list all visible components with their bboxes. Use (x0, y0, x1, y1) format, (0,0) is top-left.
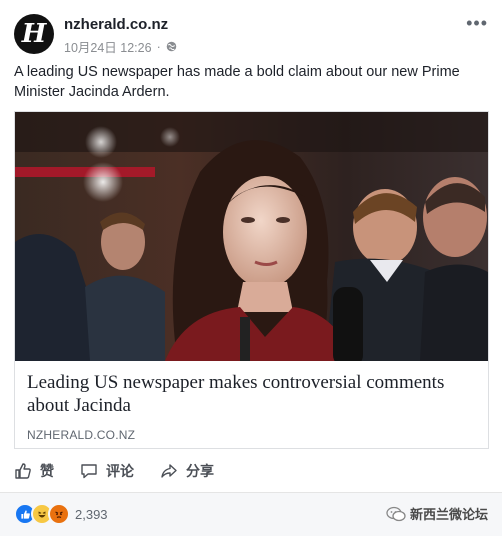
like-button[interactable]: 赞 (14, 461, 54, 481)
post-timestamp[interactable]: 10月24日 12:26 (64, 37, 152, 56)
post-header: H nzherald.co.nz 10月24日 12:26 · ••• (14, 14, 488, 56)
link-preview-domain: NZHERALD.CO.NZ (27, 428, 136, 442)
link-preview-title[interactable]: Leading US newspaper makes controversial… (27, 371, 477, 417)
post-meta: 10月24日 12:26 · (64, 37, 177, 56)
comment-label: 评论 (106, 463, 134, 479)
watermark-text: 新西兰微论坛 (409, 507, 488, 522)
press-photo-illustration (15, 112, 488, 361)
more-options-icon[interactable]: ••• (466, 14, 488, 32)
post-actions-bar: 赞 评论 分享 (14, 455, 489, 487)
page-name-link[interactable]: nzherald.co.nz (64, 16, 168, 33)
share-button[interactable]: 分享 (160, 461, 214, 481)
avatar-logo-letter: H (21, 19, 47, 49)
post-body-text: A leading US newspaper has made a bold c… (14, 64, 460, 100)
link-preview-card[interactable]: Leading US newspaper makes controversial… (14, 111, 489, 449)
share-arrow-icon (161, 464, 177, 478)
meta-separator: · (156, 39, 161, 54)
facebook-post-card: H nzherald.co.nz 10月24日 12:26 · ••• A le… (0, 0, 502, 536)
link-preview-text: Leading US newspaper makes controversial… (15, 361, 488, 448)
wechat-watermark: 新西兰微论坛 (386, 504, 488, 523)
reactions-summary[interactable]: 2,393 (14, 503, 108, 525)
reactions-footer: 2,393 新西兰微论坛 (0, 493, 502, 536)
globe-icon (166, 41, 177, 52)
angry-icon (48, 503, 70, 525)
wechat-icon (386, 506, 406, 521)
like-label: 赞 (40, 463, 54, 479)
comment-bubble-icon (81, 464, 97, 479)
page-avatar[interactable]: H (14, 14, 54, 54)
comment-button[interactable]: 评论 (80, 461, 134, 481)
reaction-count: 2,393 (75, 506, 108, 522)
share-label: 分享 (186, 463, 214, 479)
thumbs-up-icon (15, 463, 31, 479)
link-preview-image (15, 112, 488, 361)
